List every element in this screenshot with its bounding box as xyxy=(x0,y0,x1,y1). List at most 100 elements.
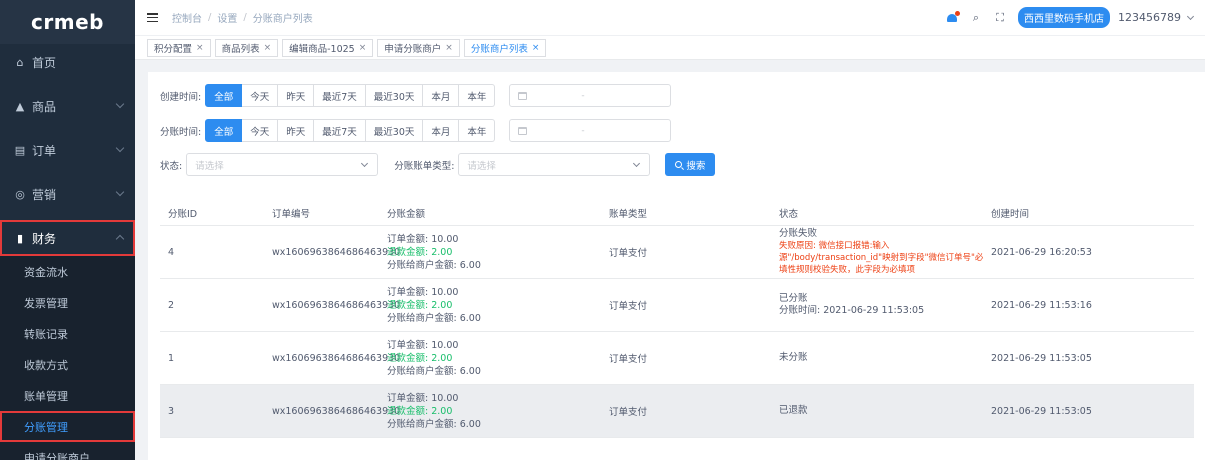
refund-amount: 退款金额: 2.00 xyxy=(387,405,453,417)
top-header: 控制台 / 设置 / 分账商户列表 ⌕ ⛶ 西西里数码手机店 123456789 xyxy=(135,0,1205,36)
col-header-id: 分账ID xyxy=(168,208,198,220)
cell-order-no: wx1606963864686463930 xyxy=(272,352,401,364)
sidebar-subitem-transfer[interactable]: 转账记录 xyxy=(0,318,135,349)
cell-status: 分账失败 失败原因: 微信接口报错:输入源"/body/transaction_… xyxy=(779,228,991,276)
chevron-down-icon[interactable] xyxy=(1186,12,1195,20)
marketing-icon: ◎ xyxy=(15,187,25,201)
create-time-options: 全部 今天 昨天 最近7天 最近30天 本月 本年 xyxy=(205,84,496,107)
time-option-yesterday[interactable]: 昨天 xyxy=(278,84,315,107)
chevron-down-icon xyxy=(115,187,125,197)
status-text: 已退款 xyxy=(779,405,808,416)
merchant-amount: 分账给商户金额: 6.00 xyxy=(387,418,481,430)
sidebar-item-home[interactable]: ⌂ 首页 xyxy=(0,44,135,80)
sidebar-subitem-invoice[interactable]: 发票管理 xyxy=(0,287,135,318)
tab-split-merchant-list[interactable]: 分账商户列表 × xyxy=(463,38,547,57)
time-option-yesterday[interactable]: 昨天 xyxy=(278,119,315,142)
sidebar-item-label: 营销 xyxy=(32,187,57,202)
cell-amount: 订单金额: 10.00 退款金额: 2.00 分账给商户金额: 6.00 xyxy=(387,339,609,378)
tab-product-list[interactable]: 商品列表 × xyxy=(214,38,279,57)
breadcrumb-separator: / xyxy=(208,12,212,23)
date-range-separator: - xyxy=(581,90,585,101)
time-option-30days[interactable]: 最近30天 xyxy=(365,119,424,142)
time-option-month[interactable]: 本月 xyxy=(423,84,460,107)
chevron-down-icon xyxy=(115,143,125,153)
sidebar-item-label: 财务 xyxy=(32,231,57,246)
status-filter-row: 状态: 请选择 分账账单类型: 请选择 搜索 xyxy=(160,153,716,176)
sidebar-item-label: 商品 xyxy=(32,99,57,114)
search-icon xyxy=(675,161,683,168)
close-icon[interactable]: × xyxy=(264,43,272,53)
split-time: 分账时间: 2021-06-29 11:53:05 xyxy=(779,305,925,316)
status-label: 状态: xyxy=(160,160,183,172)
sidebar-subitem-split-management[interactable]: 分账管理 xyxy=(0,411,135,442)
breadcrumb-item[interactable]: 控制台 xyxy=(172,10,202,25)
time-option-7days[interactable]: 最近7天 xyxy=(314,84,366,107)
breadcrumb-item[interactable]: 设置 xyxy=(217,10,237,25)
menu-toggle-icon[interactable] xyxy=(147,13,158,22)
logo: crmeb xyxy=(0,0,135,44)
fullscreen-icon[interactable]: ⛶ xyxy=(994,11,1006,24)
status-select[interactable]: 请选择 xyxy=(186,153,379,176)
col-header-bill-type: 账单类型 xyxy=(609,208,648,220)
split-date-range-input[interactable]: - xyxy=(509,119,672,142)
sidebar-item-marketing[interactable]: ◎ 营销 xyxy=(0,176,135,212)
time-option-today[interactable]: 今天 xyxy=(242,119,279,142)
chevron-down-icon xyxy=(633,159,641,168)
sidebar-subitem-apply-split-merchant[interactable]: 申请分账商户 xyxy=(0,442,135,460)
status-text: 分账失败 xyxy=(779,228,818,239)
time-option-year[interactable]: 本年 xyxy=(459,119,496,142)
bag-icon: ▲ xyxy=(15,99,25,113)
cell-order-no: wx1606963864686463930 xyxy=(272,246,401,258)
search-button[interactable]: 搜索 xyxy=(665,153,716,176)
chevron-down-icon xyxy=(361,159,369,168)
time-option-today[interactable]: 今天 xyxy=(242,84,279,107)
bar-chart-icon: ▮ xyxy=(16,231,24,245)
sidebar-subitem-fund-flow[interactable]: 资金流水 xyxy=(0,256,135,287)
tab-points-config[interactable]: 积分配置 × xyxy=(147,38,211,57)
time-option-all[interactable]: 全部 xyxy=(205,119,243,142)
chevron-up-icon xyxy=(115,234,125,244)
refund-amount: 退款金额: 2.00 xyxy=(387,352,453,364)
cell-status: 已退款 xyxy=(779,405,991,417)
header-right: ⌕ ⛶ 西西里数码手机店 123456789 xyxy=(946,7,1205,28)
store-badge[interactable]: 西西里数码手机店 xyxy=(1018,7,1110,28)
close-icon[interactable]: × xyxy=(359,43,367,53)
cell-id: 4 xyxy=(168,246,175,258)
home-icon: ⌂ xyxy=(16,55,24,69)
split-table: 分账ID 订单编号 分账金额 账单类型 状态 创建时间 4 wx16069638… xyxy=(160,200,1194,438)
col-header-amount: 分账金额 xyxy=(387,208,426,220)
sidebar-subitem-payment-method[interactable]: 收款方式 xyxy=(0,349,135,380)
tab-apply-split-merchant[interactable]: 申请分账商户 × xyxy=(377,38,460,57)
cell-order-no: wx1606963864686463930 xyxy=(272,299,401,311)
time-option-year[interactable]: 本年 xyxy=(459,84,496,107)
time-option-all[interactable]: 全部 xyxy=(205,84,243,107)
refund-amount: 退款金额: 2.00 xyxy=(387,299,453,311)
cell-bill-type: 订单支付 xyxy=(609,407,648,418)
close-icon[interactable]: × xyxy=(532,43,540,53)
create-time-filter: 创建时间: 全部 今天 昨天 最近7天 最近30天 本月 本年 - xyxy=(160,84,672,107)
document-icon: ▤ xyxy=(14,143,26,157)
username[interactable]: 123456789 xyxy=(1118,11,1181,24)
main-content: 创建时间: 全部 今天 昨天 最近7天 最近30天 本月 本年 - 分账时间: … xyxy=(148,72,1205,460)
bell-icon[interactable] xyxy=(946,10,960,24)
cell-bill-type: 订单支付 xyxy=(609,301,648,312)
time-option-7days[interactable]: 最近7天 xyxy=(314,119,366,142)
sidebar-item-products[interactable]: ▲ 商品 xyxy=(0,88,135,124)
status-placeholder: 请选择 xyxy=(195,160,224,172)
sidebar-item-finance[interactable]: ▮ 财务 xyxy=(0,220,135,256)
close-icon[interactable]: × xyxy=(196,43,204,53)
time-option-month[interactable]: 本月 xyxy=(423,119,460,142)
time-option-30days[interactable]: 最近30天 xyxy=(365,84,424,107)
order-amount: 订单金额: 10.00 xyxy=(387,233,459,245)
close-icon[interactable]: × xyxy=(445,43,453,53)
bill-type-select[interactable]: 请选择 xyxy=(458,153,651,176)
create-date-range-input[interactable]: - xyxy=(509,84,672,107)
search-icon[interactable]: ⌕ xyxy=(970,11,982,24)
cell-created: 2021-06-29 11:53:05 xyxy=(991,405,1092,417)
sidebar-item-orders[interactable]: ▤ 订单 xyxy=(0,132,135,168)
tab-edit-product[interactable]: 编辑商品-1025 × xyxy=(282,38,374,57)
sidebar-subitem-bills[interactable]: 账单管理 xyxy=(0,380,135,411)
cell-id: 1 xyxy=(168,352,175,364)
cell-status: 未分账 xyxy=(779,352,991,364)
merchant-amount: 分账给商户金额: 6.00 xyxy=(387,259,481,271)
